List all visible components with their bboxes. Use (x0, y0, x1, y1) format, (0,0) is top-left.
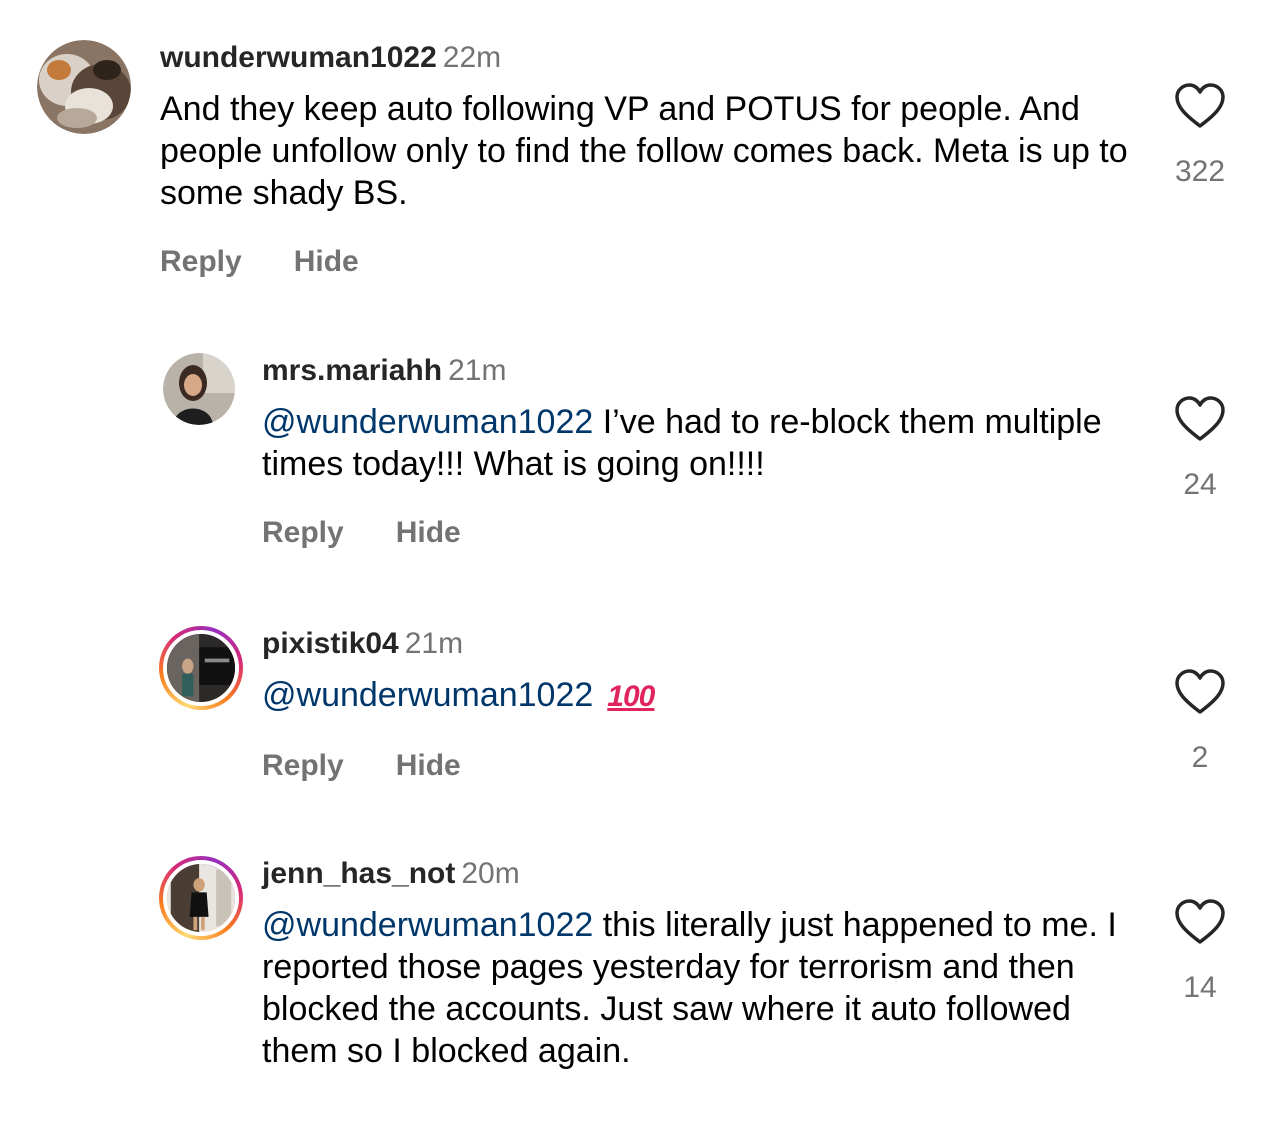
user-photo-icon (163, 353, 235, 425)
comment-text: And they keep auto following VP and POTU… (160, 88, 1150, 214)
avatar[interactable] (163, 353, 235, 425)
mention-link[interactable]: @wunderwuman1022 (262, 906, 593, 944)
like-count: 322 (1174, 155, 1226, 188)
avatar-story-ring[interactable] (159, 856, 243, 940)
like-column: 24 (1160, 395, 1240, 503)
mention-link[interactable]: @wunderwuman1022 (262, 676, 593, 714)
comment-username[interactable]: jenn_has_not (262, 857, 455, 890)
mention-link[interactable]: @wunderwuman1022 (262, 403, 593, 441)
reply-button[interactable]: Reply (262, 515, 344, 551)
comment-text: @wunderwuman1022 100 (262, 674, 1152, 718)
comment-text: @wunderwuman1022 this literally just hap… (262, 904, 1152, 1072)
comment-username[interactable]: mrs.mariahh (262, 354, 442, 387)
reply-button[interactable]: Reply (262, 748, 344, 784)
hide-button[interactable]: Hide (396, 748, 461, 784)
like-column: 14 (1160, 898, 1240, 1006)
heart-outline-icon[interactable] (1174, 668, 1226, 716)
comment-username[interactable]: pixistik04 (262, 627, 399, 660)
like-count: 24 (1183, 468, 1217, 501)
comment-timestamp: 22m (442, 41, 502, 74)
like-column: 322 (1160, 82, 1240, 190)
comment-timestamp: 21m (448, 354, 507, 387)
comment-body: And they keep auto following VP and POTU… (160, 90, 1128, 212)
user-photo-icon (167, 864, 235, 932)
like-count: 2 (1191, 741, 1209, 774)
heart-outline-icon[interactable] (1174, 395, 1226, 443)
heart-outline-icon[interactable] (1174, 82, 1226, 130)
comment-username[interactable]: wunderwuman1022 (160, 41, 437, 74)
user-photo-icon (167, 634, 235, 702)
hide-button[interactable]: Hide (294, 244, 359, 280)
hundred-points-icon: 100 (607, 680, 655, 713)
hide-button[interactable]: Hide (396, 515, 461, 551)
avatar[interactable] (37, 40, 131, 134)
avatar-story-ring[interactable] (159, 626, 243, 710)
like-count: 14 (1183, 971, 1217, 1004)
comment-timestamp: 21m (404, 627, 464, 660)
comment-timestamp: 20m (461, 857, 520, 890)
heart-outline-icon[interactable] (1174, 898, 1226, 946)
cat-photo-icon (37, 40, 131, 134)
comment-text: @wunderwuman1022 I’ve had to re-block th… (262, 401, 1152, 485)
reply-button[interactable]: Reply (160, 244, 242, 280)
like-column: 2 (1160, 668, 1240, 776)
